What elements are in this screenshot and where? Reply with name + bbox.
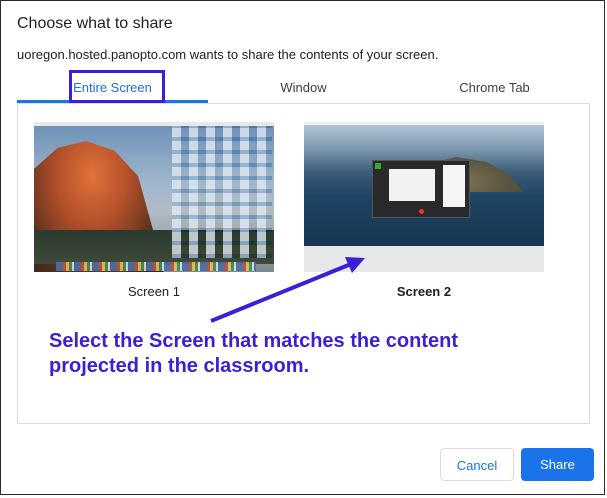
share-button[interactable]: Share (521, 448, 594, 481)
screen-2-label: Screen 2 (396, 284, 452, 299)
screen-2-preview (304, 122, 544, 246)
menu-bar (304, 122, 544, 125)
screen-2-thumbnail[interactable] (304, 122, 544, 272)
app-window-preview (372, 160, 470, 218)
share-dialog: Choose what to share uoregon.hosted.pano… (0, 0, 605, 495)
screen-1-label: Screen 1 (127, 284, 181, 299)
tab-highlight-box (69, 70, 165, 103)
window-content (389, 169, 435, 201)
menu-bar (34, 122, 274, 126)
dialog-subtitle: uoregon.hosted.panopto.com wants to shar… (17, 47, 439, 62)
record-dot-icon (419, 209, 424, 214)
instruction-annotation: Select the Screen that matches the conte… (49, 330, 459, 377)
desktop-icon-labels (172, 126, 272, 258)
window-badge (375, 163, 381, 169)
dialog-title: Choose what to share (17, 15, 173, 32)
cancel-button[interactable]: Cancel (440, 448, 514, 481)
dock (56, 262, 256, 271)
window-sidebar (443, 165, 465, 207)
screen-1-thumbnail[interactable] (34, 122, 274, 272)
tab-window[interactable]: Window (208, 71, 399, 103)
tab-bar: Entire Screen Window Chrome Tab (17, 70, 590, 104)
tab-chrome-tab[interactable]: Chrome Tab (399, 71, 590, 103)
